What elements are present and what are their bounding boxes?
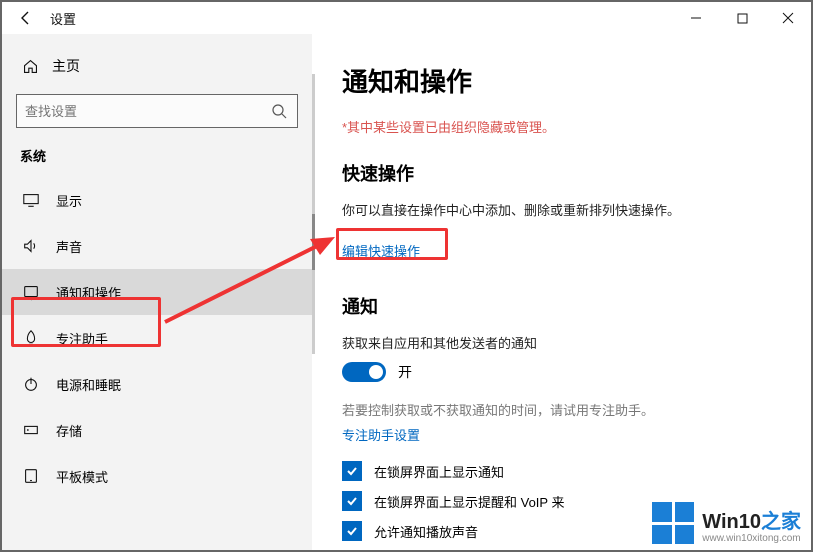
search-input[interactable] [25, 104, 269, 119]
focus-icon [20, 329, 42, 347]
sidebar-nav: 显示 声音 通知和操作 专注助手 电源和睡眠 [2, 177, 312, 499]
check-lockscreen-notify: 在锁屏界面上显示通知 [342, 461, 785, 481]
edit-quick-actions-link[interactable]: 编辑快速操作 [342, 241, 420, 260]
checkbox-play-sound[interactable] [342, 521, 362, 541]
sidebar-group-label: 系统 [2, 146, 312, 165]
checkbox-lockscreen-voip[interactable] [342, 491, 362, 511]
sound-icon [20, 237, 42, 255]
sidebar-item-storage[interactable]: 存储 [2, 407, 312, 453]
home-label: 主页 [52, 56, 80, 76]
close-button[interactable] [765, 2, 811, 34]
notifications-toggle[interactable] [342, 362, 386, 382]
sidebar-item-tablet[interactable]: 平板模式 [2, 453, 312, 499]
window-controls [673, 2, 811, 34]
sidebar-item-display[interactable]: 显示 [2, 177, 312, 223]
power-icon [20, 375, 42, 393]
search-box[interactable] [16, 94, 298, 128]
sidebar-item-notifications[interactable]: 通知和操作 [2, 269, 312, 315]
maximize-button[interactable] [719, 2, 765, 34]
back-button[interactable] [10, 2, 42, 34]
notifications-heading: 通知 [342, 293, 785, 319]
page-heading: 通知和操作 [342, 62, 785, 99]
titlebar: 设置 [2, 2, 811, 34]
watermark: Win10之家 www.win10xitong.com [652, 502, 801, 544]
content-pane: 通知和操作 *其中某些设置已由组织隐藏或管理。 快速操作 你可以直接在操作中心中… [312, 34, 811, 550]
quick-actions-desc: 你可以直接在操作中心中添加、删除或重新排列快速操作。 [342, 200, 785, 219]
sidebar-item-sound[interactable]: 声音 [2, 223, 312, 269]
settings-window: 设置 主页 系统 [0, 0, 813, 552]
sidebar-item-power[interactable]: 电源和睡眠 [2, 361, 312, 407]
focus-assist-link[interactable]: 专注助手设置 [342, 425, 420, 444]
minimize-button[interactable] [673, 2, 719, 34]
home-button[interactable]: 主页 [2, 48, 312, 84]
notifications-desc: 获取来自应用和其他发送者的通知 [342, 333, 785, 352]
policy-warning: *其中某些设置已由组织隐藏或管理。 [342, 117, 785, 136]
sidebar-item-focus[interactable]: 专注助手 [2, 315, 312, 361]
tablet-icon [20, 467, 42, 485]
scroll-indicator[interactable] [312, 74, 315, 354]
toggle-state-label: 开 [398, 362, 412, 382]
focus-hint: 若要控制获取或不获取通知的时间，请试用专注助手。 [342, 400, 785, 419]
window-title: 设置 [50, 9, 76, 28]
search-icon [269, 103, 289, 119]
notifications-icon [20, 283, 42, 301]
display-icon [20, 191, 42, 209]
home-icon [20, 58, 40, 75]
storage-icon [20, 421, 42, 439]
sidebar: 主页 系统 显示 声音 通知和操作 [2, 34, 312, 550]
checkbox-lockscreen-notify[interactable] [342, 461, 362, 481]
quick-actions-heading: 快速操作 [342, 160, 785, 186]
watermark-logo [652, 502, 694, 544]
